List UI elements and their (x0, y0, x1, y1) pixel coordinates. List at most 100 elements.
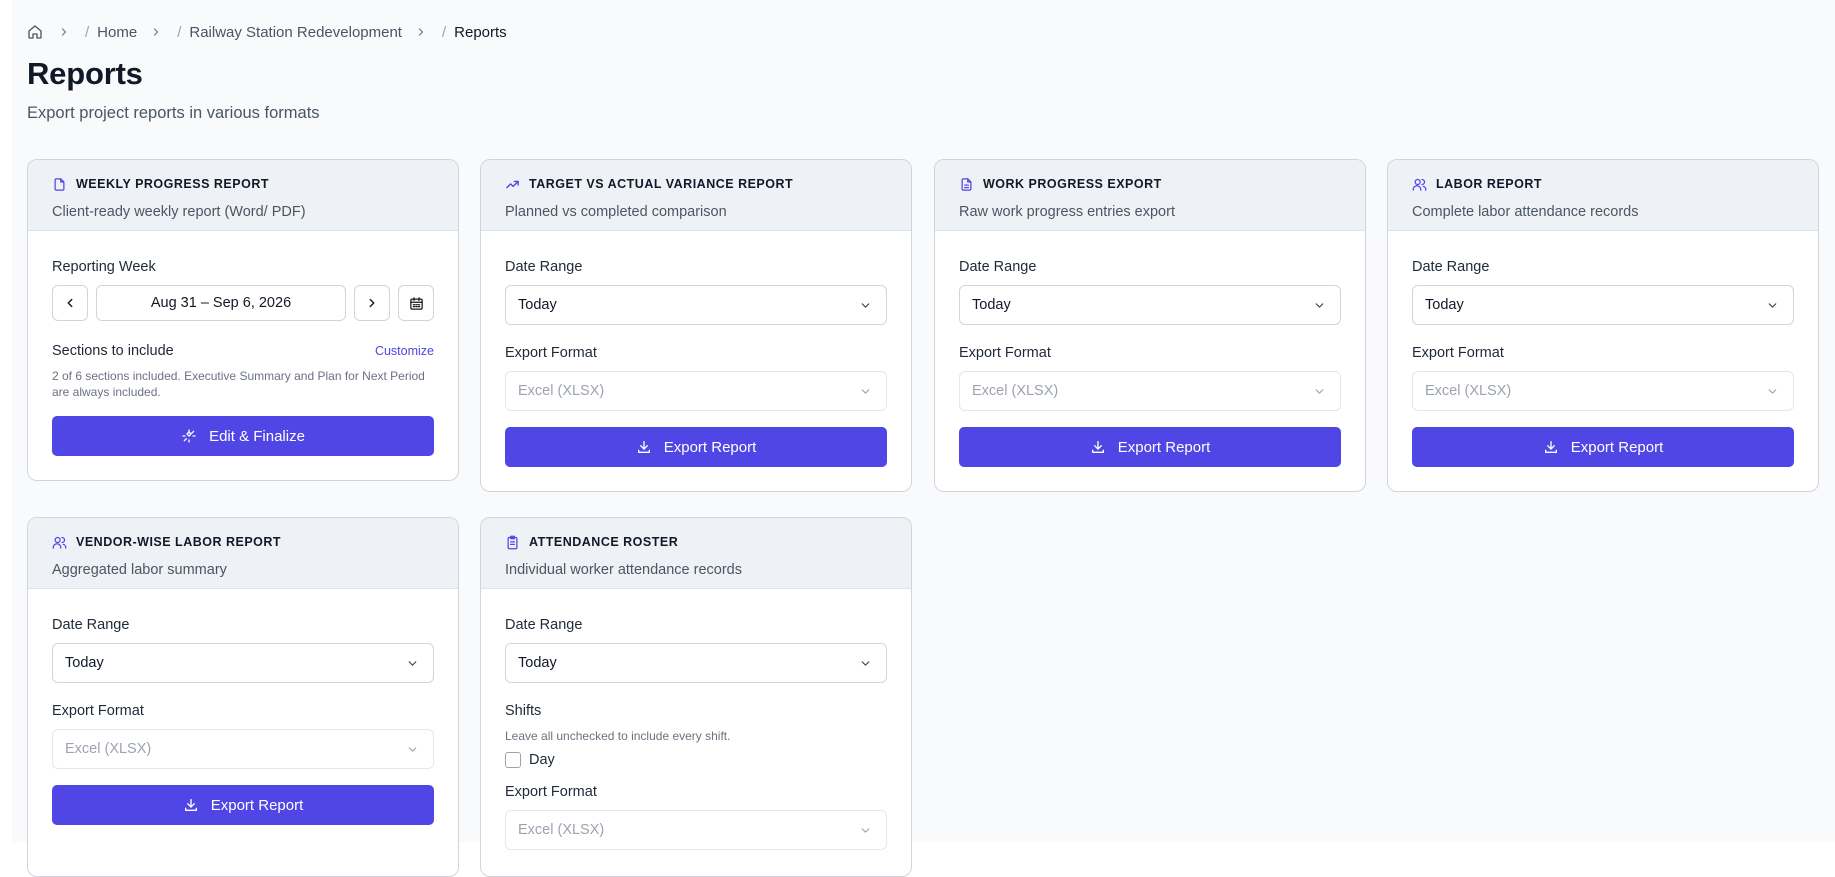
sparkles-icon (182, 429, 196, 443)
date-range-select[interactable]: Today (959, 285, 1341, 325)
export-format-label: Export Format (959, 345, 1051, 361)
vendor-wise-labor-report-card: VENDOR-WISE LABOR REPORT Aggregated labo… (27, 517, 459, 877)
card-description: Planned vs completed comparison (505, 204, 727, 220)
date-range-select[interactable]: Today (52, 643, 434, 683)
next-week-button[interactable] (354, 285, 390, 321)
clipboard-list-icon (505, 534, 521, 550)
download-icon (1544, 441, 1557, 453)
card-title: TARGET VS ACTUAL VARIANCE REPORT (529, 177, 794, 191)
card-title: WEEKLY PROGRESS REPORT (76, 177, 269, 191)
export-format-select[interactable]: Excel (XLSX) (505, 371, 887, 411)
date-range-select[interactable]: Today (505, 643, 887, 683)
card-description: Aggregated labor summary (52, 562, 227, 578)
export-format-value: Excel (XLSX) (972, 383, 1059, 399)
shift-day-option[interactable]: Day (505, 752, 887, 768)
date-range-label: Date Range (505, 259, 583, 275)
card-description: Client-ready weekly report (Word/ PDF) (52, 204, 306, 220)
attendance-roster-card: ATTENDANCE ROSTER Individual worker atte… (480, 517, 912, 877)
home-icon[interactable] (27, 23, 45, 41)
date-range-label: Date Range (1412, 259, 1490, 275)
card-title: VENDOR-WISE LABOR REPORT (76, 535, 282, 549)
card-description: Individual worker attendance records (505, 562, 742, 578)
weekly-progress-report-card: WEEKLY PROGRESS REPORT Client-ready week… (27, 159, 459, 481)
export-format-value: Excel (XLSX) (1425, 383, 1512, 399)
card-header: LABOR REPORT Complete labor attendance r… (1388, 160, 1818, 231)
export-format-label: Export Format (505, 345, 597, 361)
edit-finalize-button[interactable]: Edit & Finalize (52, 416, 434, 456)
date-range-value: Today (972, 297, 1011, 313)
breadcrumb-project[interactable]: Railway Station Redevelopment (189, 24, 402, 41)
chevron-down-icon (1315, 302, 1324, 308)
breadcrumb-home[interactable]: Home (97, 24, 137, 41)
export-format-select[interactable]: Excel (XLSX) (1412, 371, 1794, 411)
calendar-button[interactable] (398, 285, 434, 321)
document-icon (52, 176, 68, 192)
chevron-down-icon (408, 660, 417, 666)
chevron-down-icon (861, 827, 870, 833)
chevron-down-icon (1315, 388, 1324, 394)
date-range-value: Today (65, 655, 104, 671)
chevron-right-icon (369, 298, 375, 308)
chevron-down-icon (408, 746, 417, 752)
export-format-value: Excel (XLSX) (518, 383, 605, 399)
card-header: ATTENDANCE ROSTER Individual worker atte… (481, 518, 911, 589)
chevron-right-icon (150, 25, 164, 39)
sections-hint: 2 of 6 sections included. Executive Summ… (52, 369, 425, 399)
date-range-value: Today (1425, 297, 1464, 313)
customize-link[interactable]: Customize (375, 344, 434, 358)
shift-day-checkbox[interactable] (505, 752, 521, 768)
export-report-label: Export Report (210, 796, 304, 814)
date-range-value: Today (518, 297, 557, 313)
card-description: Raw work progress entries export (959, 204, 1175, 220)
export-report-button[interactable]: Export Report (505, 427, 887, 467)
users-icon (52, 534, 68, 550)
card-header: WEEKLY PROGRESS REPORT Client-ready week… (28, 160, 458, 231)
sections-label: Sections to include (52, 343, 174, 359)
card-title: WORK PROGRESS EXPORT (983, 177, 1162, 191)
shifts-hint: Leave all unchecked to include every shi… (505, 729, 731, 743)
export-format-select[interactable]: Excel (XLSX) (505, 810, 887, 850)
card-title: ATTENDANCE ROSTER (529, 535, 679, 549)
export-report-button[interactable]: Export Report (52, 785, 434, 825)
calendar-icon (409, 296, 423, 310)
target-vs-actual-card: TARGET VS ACTUAL VARIANCE REPORT Planned… (480, 159, 912, 492)
export-format-select[interactable]: Excel (XLSX) (52, 729, 434, 769)
reporting-week-label: Reporting Week (52, 259, 156, 275)
export-format-label: Export Format (52, 703, 144, 719)
edit-finalize-label: Edit & Finalize (209, 427, 305, 445)
card-title: LABOR REPORT (1436, 177, 1542, 191)
export-format-label: Export Format (1412, 345, 1504, 361)
export-report-label: Export Report (1117, 438, 1211, 456)
card-header: TARGET VS ACTUAL VARIANCE REPORT Planned… (481, 160, 911, 231)
export-report-button[interactable]: Export Report (1412, 427, 1794, 467)
trending-up-icon (505, 176, 521, 192)
work-progress-export-card: WORK PROGRESS EXPORT Raw work progress e… (934, 159, 1366, 492)
date-range-value: Today (518, 655, 557, 671)
file-text-icon (959, 176, 975, 192)
chevron-right-icon (58, 25, 72, 39)
export-format-select[interactable]: Excel (XLSX) (959, 371, 1341, 411)
chevron-down-icon (861, 302, 870, 308)
chevron-down-icon (1768, 302, 1777, 308)
card-header: WORK PROGRESS EXPORT Raw work progress e… (935, 160, 1365, 231)
export-format-value: Excel (XLSX) (518, 822, 605, 838)
date-range-select[interactable]: Today (1412, 285, 1794, 325)
chevron-left-icon (67, 298, 73, 308)
breadcrumb: / Home / Railway Station Redevelopment /… (27, 22, 507, 42)
breadcrumb-separator: / (177, 23, 182, 41)
shifts-label: Shifts (505, 703, 542, 719)
chevron-down-icon (861, 388, 870, 394)
card-description: Complete labor attendance records (1412, 204, 1639, 220)
previous-week-button[interactable] (52, 285, 88, 321)
chevron-down-icon (861, 660, 870, 666)
breadcrumb-current: Reports (454, 23, 507, 41)
date-range-label: Date Range (505, 617, 583, 633)
users-icon (1412, 176, 1428, 192)
reporting-week-field[interactable]: Aug 31 – Sep 6, 2026 (96, 285, 346, 321)
chevron-down-icon (1768, 388, 1777, 394)
export-format-value: Excel (XLSX) (65, 741, 152, 757)
export-report-button[interactable]: Export Report (959, 427, 1341, 467)
date-range-select[interactable]: Today (505, 285, 887, 325)
export-report-label: Export Report (663, 438, 757, 456)
shift-day-label: Day (529, 752, 555, 768)
